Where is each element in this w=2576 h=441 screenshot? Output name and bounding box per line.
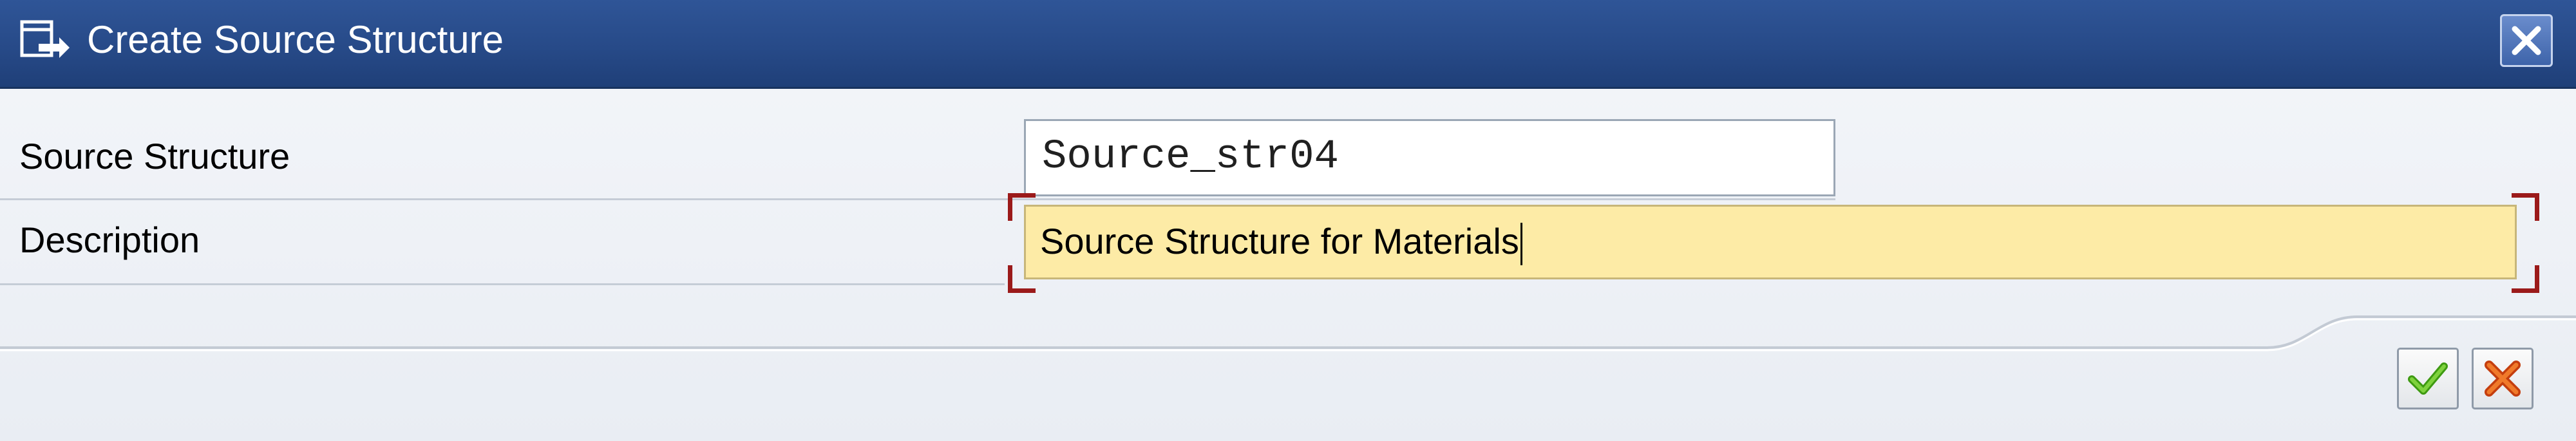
dialog-title: Create Source Structure	[87, 18, 504, 61]
footer-separator	[0, 315, 2576, 352]
source-structure-input[interactable]: Source_str04	[1024, 119, 1835, 196]
focus-indicator-corner	[2512, 193, 2539, 221]
focus-indicator-corner	[1008, 193, 1036, 221]
title-bar: Create Source Structure	[0, 0, 2576, 89]
cancel-icon	[2485, 361, 2521, 397]
row-divider	[0, 283, 1005, 285]
description-input-value: Source Structure for Materials	[1040, 221, 1519, 261]
text-cursor	[1520, 223, 1522, 266]
confirm-button[interactable]	[2397, 348, 2459, 409]
checkmark-icon	[2408, 362, 2448, 395]
description-label: Description	[19, 220, 200, 260]
close-button[interactable]	[2500, 14, 2553, 67]
row-divider	[0, 198, 1835, 200]
focus-indicator-corner	[2512, 265, 2539, 293]
source-structure-label: Source Structure	[19, 136, 290, 176]
focus-indicator-corner	[1008, 265, 1036, 293]
cancel-button[interactable]	[2472, 348, 2533, 409]
create-source-structure-dialog: Create Source Structure Source Structure…	[0, 0, 2576, 441]
close-icon	[2512, 26, 2541, 55]
create-dialog-icon	[19, 18, 71, 63]
description-input[interactable]: Source Structure for Materials	[1024, 205, 2517, 279]
